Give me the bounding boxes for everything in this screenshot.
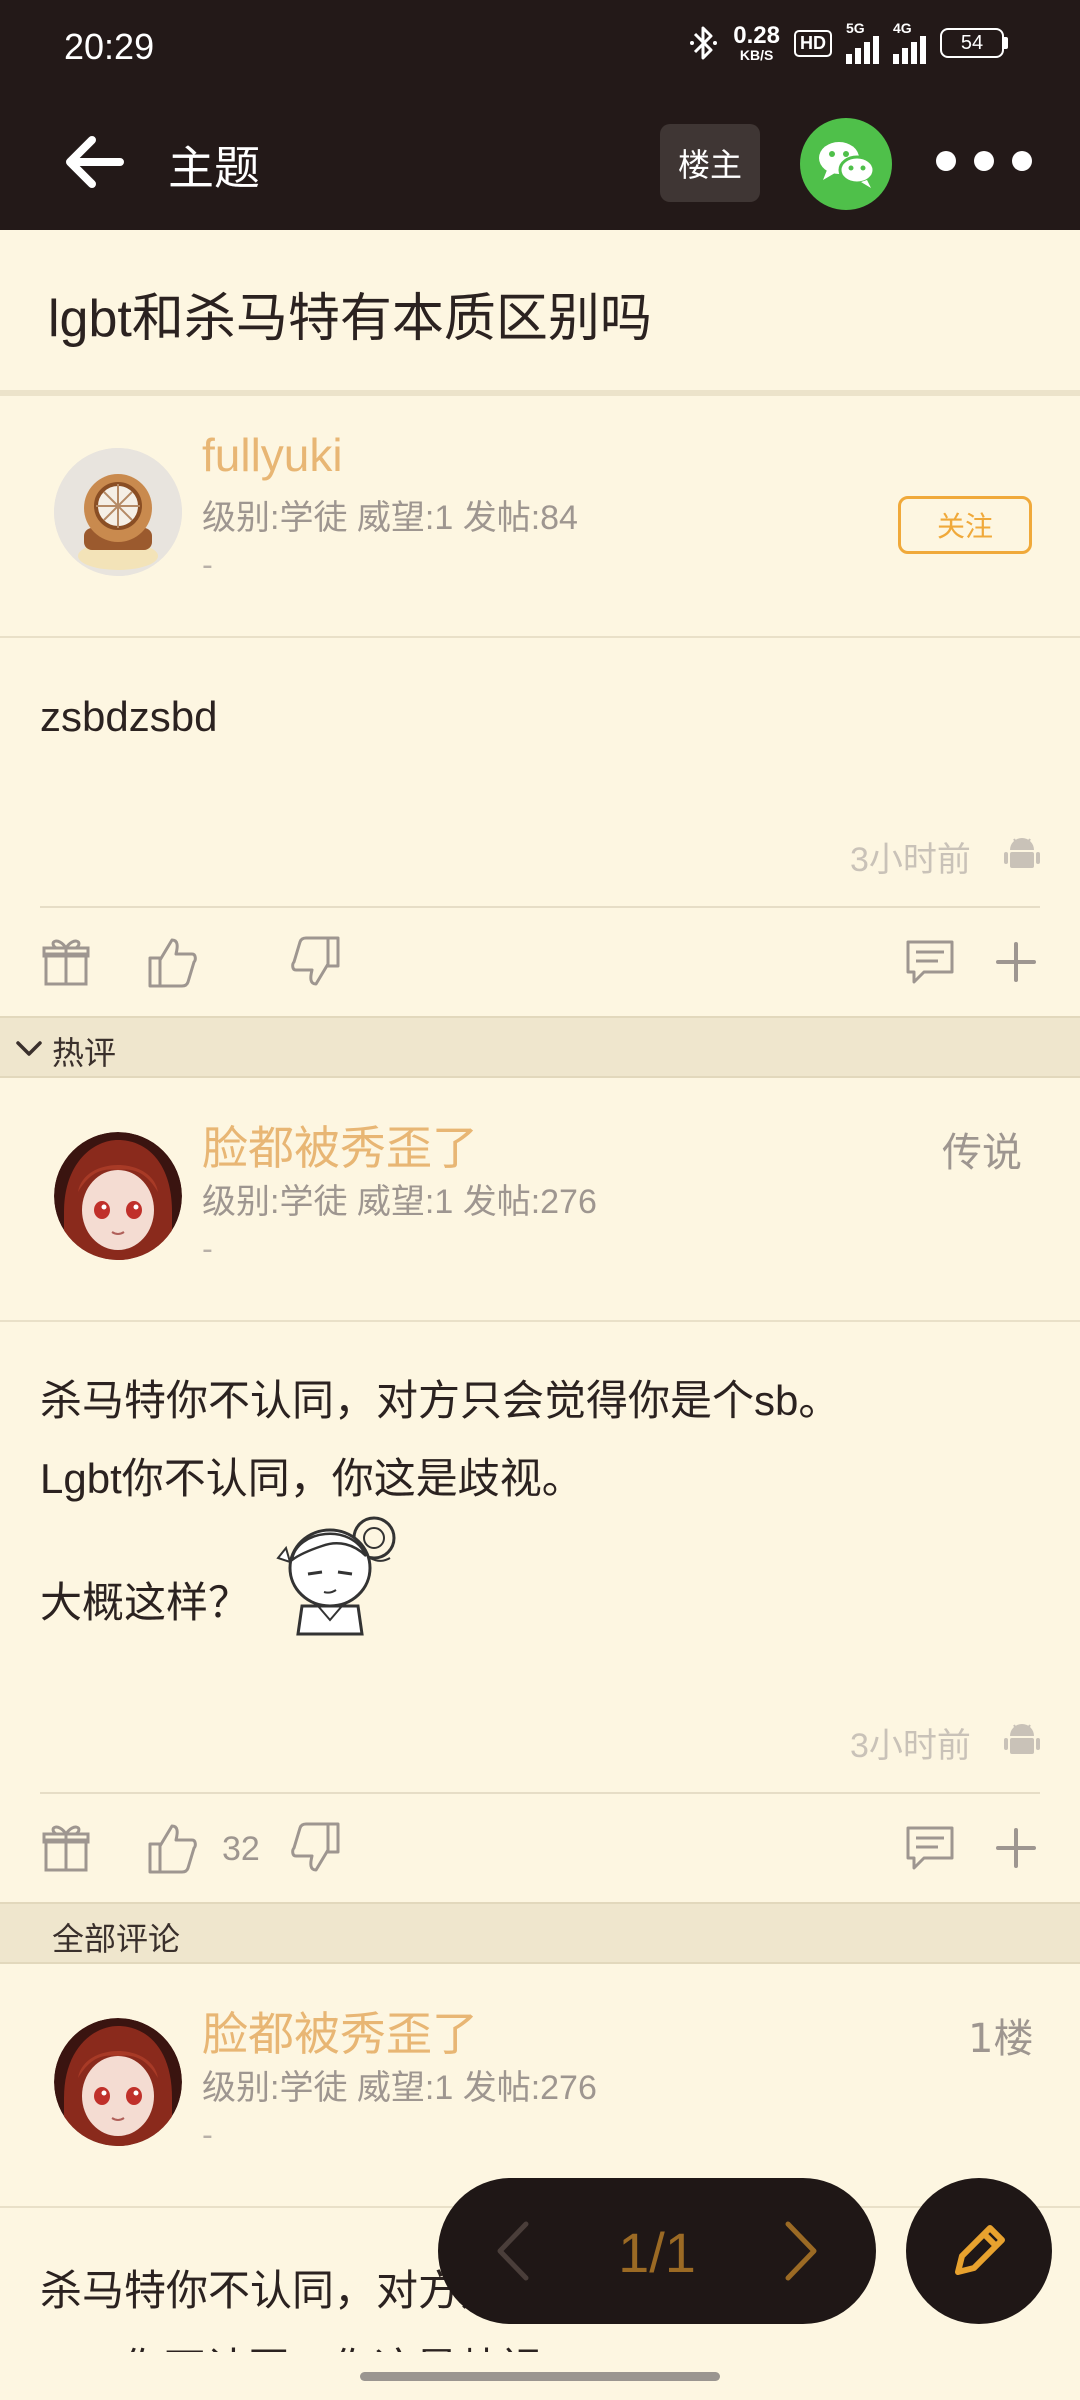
hot-comment-signature: - — [202, 1232, 213, 1267]
hot-comments-label: 热评 — [52, 1034, 117, 1072]
plus-icon[interactable] — [990, 934, 1042, 990]
op-avatar[interactable] — [54, 448, 182, 576]
status-time: 20:29 — [64, 26, 155, 67]
divider — [0, 1320, 1080, 1322]
bluetooth-icon — [690, 26, 718, 60]
op-user-info: 级别:学徒 威望:1 发帖:84 — [202, 499, 578, 537]
divider — [0, 390, 1080, 396]
hot-comment-username[interactable]: 脸都被秀歪了 — [202, 1112, 478, 1178]
like-count: 32 — [222, 1830, 260, 1868]
op-post-time: 3小时前 — [850, 841, 971, 879]
anime-girl-avatar — [54, 1132, 182, 1260]
follow-button[interactable]: 关注 — [898, 496, 1032, 554]
android-icon — [1004, 838, 1040, 868]
all-comments-header: 全部评论 — [0, 1902, 1080, 1964]
diving-helmet-avatar — [54, 448, 182, 576]
op-only-button[interactable]: 楼主 — [660, 124, 760, 202]
op-signature: - — [202, 548, 213, 583]
anime-girl-avatar — [54, 2018, 182, 2146]
home-gesture-handle[interactable] — [360, 2372, 720, 2381]
android-icon — [1004, 1724, 1040, 1754]
more-options-icon[interactable] — [936, 136, 1032, 186]
chevron-down-icon — [16, 1041, 42, 1056]
signal-5g-icon: 5G — [846, 20, 879, 64]
network-speed: 0.28 KB/S — [733, 22, 780, 63]
signal-4g-icon: 4G — [893, 20, 926, 64]
floor1-username[interactable]: 脸都被秀歪了 — [202, 1998, 478, 2064]
thumbs-down-icon[interactable] — [290, 1820, 342, 1876]
status-bar: 20:29 0.28 KB/S HD 5G 4G 54 — [0, 0, 1080, 96]
hot-comment-line-2: Lgbt你不认同，你这是歧视。 — [40, 1455, 584, 1502]
gift-icon[interactable] — [40, 934, 92, 990]
thumbs-up-icon[interactable] — [146, 934, 198, 990]
navigation-bar — [0, 2352, 1080, 2400]
hot-comment-line-1: 杀马特你不认同，对方只会觉得你是个sb。 — [40, 1377, 841, 1424]
floor1-user-info: 级别:学徒 威望:1 发帖:276 — [202, 2069, 597, 2107]
thumbs-down-icon[interactable] — [290, 934, 342, 990]
floor1-avatar[interactable] — [54, 2018, 182, 2146]
app-bar: 主题 楼主 — [0, 96, 1080, 230]
hd-icon: HD — [794, 29, 832, 57]
op-username[interactable]: fullyuki — [202, 428, 343, 482]
hot-comment-time: 3小时前 — [850, 1727, 971, 1765]
reply-button[interactable] — [906, 2178, 1052, 2324]
hot-comment-avatar[interactable] — [54, 1132, 182, 1260]
plus-icon[interactable] — [990, 1820, 1042, 1876]
thumbs-up-icon[interactable] — [146, 1820, 198, 1876]
wechat-icon — [819, 142, 876, 188]
floor1-signature: - — [202, 2118, 213, 2153]
op-content: zsbdzsbd — [40, 693, 218, 740]
hot-comment-line-3: 大概这样？ — [40, 1579, 251, 1626]
floor-number: 1楼 — [968, 2016, 1034, 2062]
chibi-sticker-image — [276, 1516, 396, 1636]
wechat-share-button[interactable] — [800, 118, 892, 210]
back-arrow-icon[interactable] — [60, 132, 130, 192]
hot-comments-header[interactable]: 热评 — [0, 1016, 1080, 1078]
divider — [40, 906, 1040, 908]
divider — [40, 1792, 1040, 1794]
comment-icon[interactable] — [904, 1820, 956, 1876]
divider — [0, 636, 1080, 638]
user-rank: 传说 — [942, 1130, 1022, 1176]
chevron-right-icon[interactable] — [776, 2218, 826, 2284]
hot-comment-user-info: 级别:学徒 威望:1 发帖:276 — [202, 1183, 597, 1221]
page-navigator: 1/1 — [438, 2178, 876, 2324]
comment-icon[interactable] — [904, 934, 956, 990]
pencil-icon — [955, 2225, 1005, 2275]
thread-title: lgbt和杀马特有本质区别吗 — [48, 290, 652, 348]
page-title: 主题 — [168, 141, 260, 195]
battery-icon: 54 — [940, 28, 1008, 58]
all-comments-label: 全部评论 — [52, 1920, 181, 1958]
gift-icon[interactable] — [40, 1820, 92, 1876]
status-icons: 0.28 KB/S HD 5G 4G 54 — [689, 20, 1008, 64]
